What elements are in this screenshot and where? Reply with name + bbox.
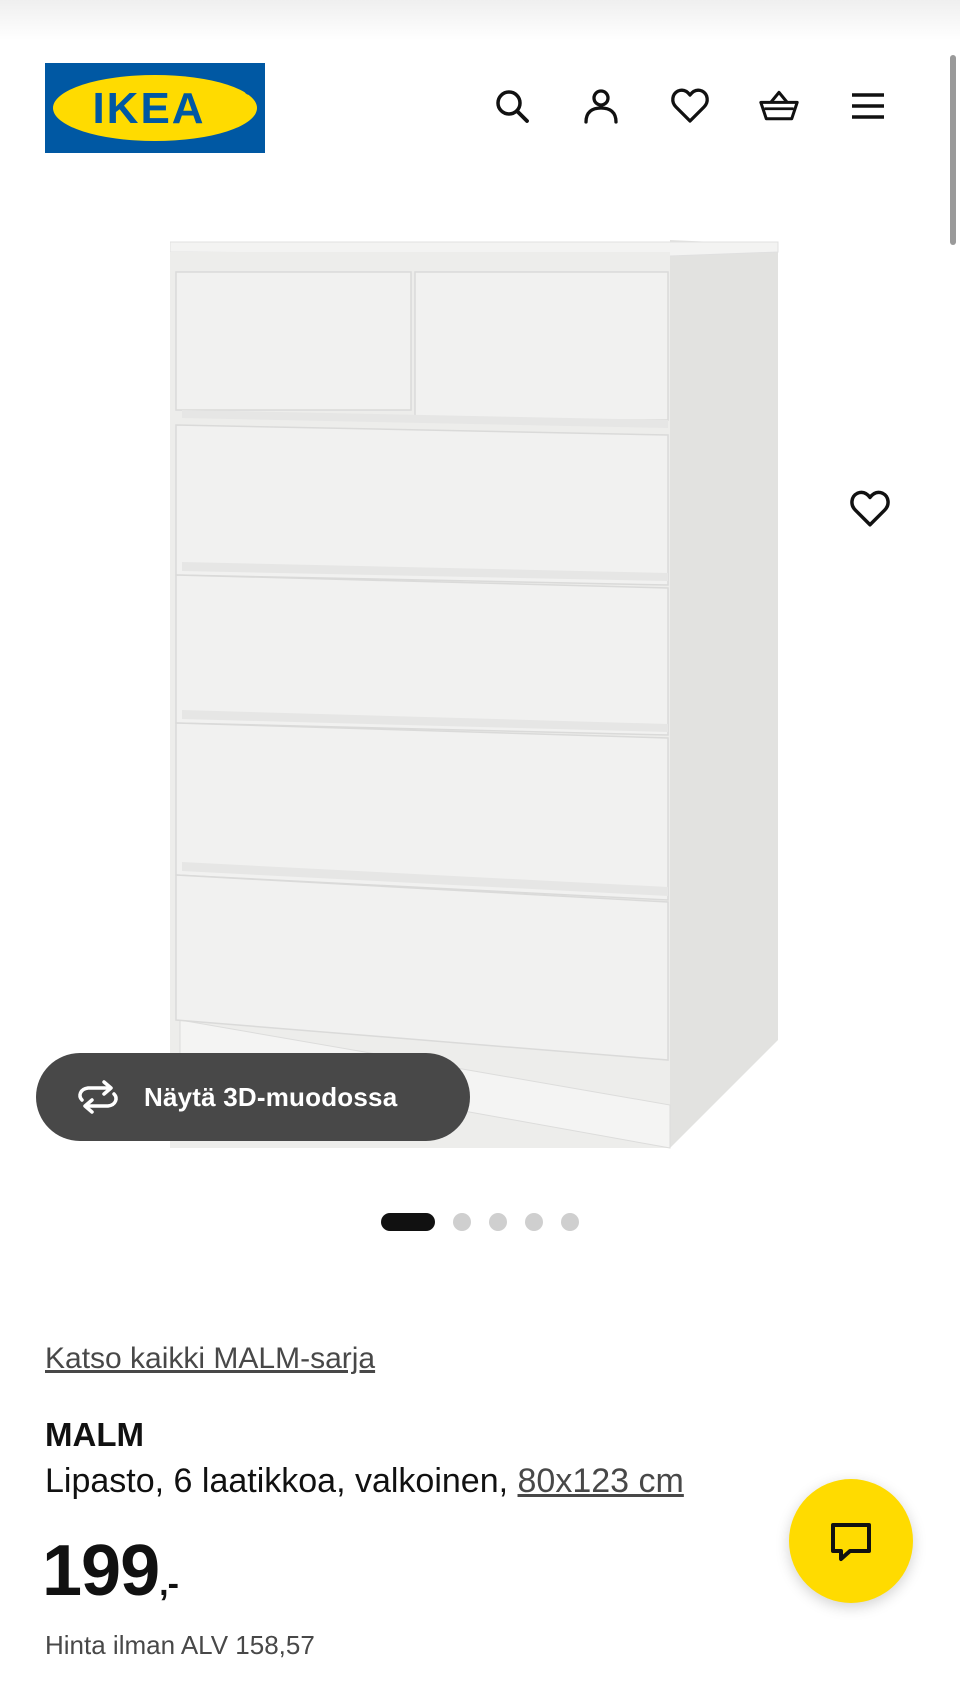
gallery-dot-1[interactable] <box>381 1213 435 1231</box>
price-suffix: ,- <box>159 1565 179 1603</box>
ikea-logo-text: IKEA <box>92 84 205 133</box>
menu-icon <box>852 93 884 119</box>
basket-button[interactable] <box>757 84 801 128</box>
user-icon <box>584 89 618 124</box>
rotate-3d-icon <box>74 1080 122 1114</box>
gallery-pagination <box>0 1212 960 1232</box>
product-price: 199,- <box>42 1530 179 1612</box>
menu-button[interactable] <box>846 84 890 128</box>
site-header: IKEA <box>0 0 960 190</box>
product-image[interactable] <box>170 230 790 1150</box>
heart-icon <box>671 88 709 123</box>
gallery-dot-4[interactable] <box>525 1213 543 1231</box>
product-gallery <box>0 200 960 1200</box>
search-icon <box>496 90 529 123</box>
account-button[interactable] <box>579 84 623 128</box>
price-without-vat: Hinta ilman ALV 158,57 <box>45 1630 315 1660</box>
size-link[interactable]: 80x123 cm <box>518 1462 684 1500</box>
favourites-button[interactable] <box>668 84 712 128</box>
product-description-text: Lipasto, 6 laatikkoa, valkoinen, <box>45 1462 518 1500</box>
add-to-favourites-button[interactable] <box>845 484 895 534</box>
gallery-dot-5[interactable] <box>561 1213 579 1231</box>
chat-icon <box>831 1523 871 1561</box>
basket-icon <box>759 90 799 121</box>
view-3d-label: Näytä 3D-muodossa <box>144 1081 398 1112</box>
price-value: 199 <box>42 1531 160 1611</box>
chat-button[interactable] <box>789 1479 913 1603</box>
gallery-dot-3[interactable] <box>489 1213 507 1231</box>
series-link[interactable]: Katso kaikki MALM-sarja <box>45 1342 375 1376</box>
gallery-dot-2[interactable] <box>453 1213 471 1231</box>
search-button[interactable] <box>490 84 534 128</box>
product-name: MALM <box>45 1416 144 1453</box>
ikea-logo[interactable]: IKEA <box>45 63 265 153</box>
ikea-logo-graphic: IKEA <box>45 63 265 153</box>
heart-icon <box>850 490 890 527</box>
product-description: Lipasto, 6 laatikkoa, valkoinen, 80x123 … <box>45 1462 684 1501</box>
view-3d-button[interactable]: Näytä 3D-muodossa <box>36 1053 470 1141</box>
